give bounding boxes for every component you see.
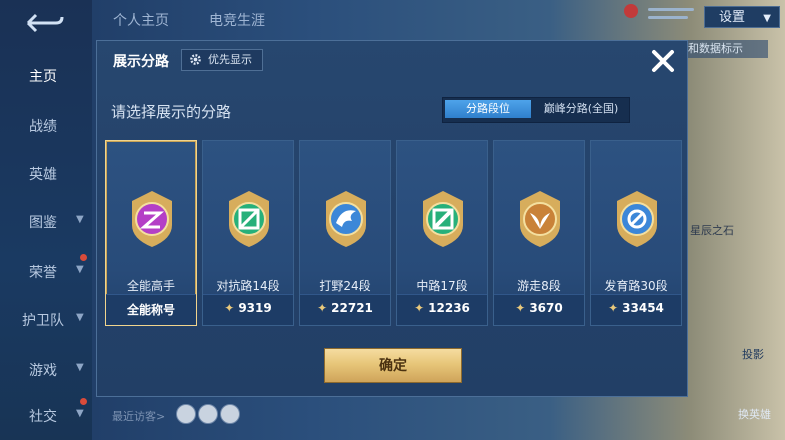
clash-lane-emblem-icon (229, 191, 269, 247)
sidebar-item-label: 英雄 (29, 167, 57, 183)
lane-score: ✦ 12236 (397, 301, 487, 315)
farm-lane-emblem-icon (617, 191, 657, 247)
sidebar-item-label: 战绩 (29, 119, 57, 135)
chevron-down-icon: ▼ (76, 214, 84, 225)
lane-card-farm[interactable]: 发育路30段 ✦ 33454 (590, 140, 682, 326)
lane-score: ✦ 22721 (300, 301, 390, 315)
lane-score: ✦ 33454 (591, 301, 681, 315)
lane-card-all-round[interactable]: 全能高手 全能称号 (105, 140, 197, 326)
tab-lane-rank[interactable]: 分路段位 (445, 100, 531, 118)
avatar[interactable] (198, 404, 218, 424)
lane-footer: ✦ 33454 (591, 294, 681, 325)
rank-points-icon: ✦ (224, 301, 235, 315)
rank-points-icon: ✦ (414, 301, 425, 315)
background-text: 星辰之石 (690, 224, 734, 237)
chevron-down-icon: ▼ (763, 13, 771, 24)
lane-card-mid[interactable]: 中路17段 ✦ 12236 (396, 140, 488, 326)
sidebar-item-label: 游戏 (29, 363, 57, 379)
avatar (624, 4, 638, 18)
dialog-subtitle: 请选择展示的分路 (111, 103, 232, 121)
settings-button[interactable]: 设置 ▼ (704, 6, 780, 28)
chevron-down-icon: ▼ (76, 408, 84, 419)
profile-summary[interactable] (618, 2, 700, 28)
tab-peak-lane[interactable]: 巅峰分路(全国) (535, 100, 627, 118)
notification-dot (80, 254, 87, 261)
lane-name: 对抗路14段 (216, 279, 280, 293)
avatar[interactable] (220, 404, 240, 424)
change-hero-button[interactable]: 换英雄 (738, 406, 771, 422)
lane-name: 打野24段 (319, 279, 371, 293)
lane-name: 中路17段 (416, 279, 468, 293)
sidebar-item-record[interactable]: 战绩 (0, 116, 92, 136)
tab-profile[interactable]: 个人主页 (113, 10, 169, 30)
lane-score: 全能称号 (126, 303, 175, 317)
background-text: 投影 (742, 348, 764, 361)
lane-footer: ✦ 22721 (300, 294, 390, 325)
recent-visitors-label[interactable]: 最近访客> (112, 408, 165, 424)
jungle-emblem-icon (326, 191, 366, 247)
confirm-button[interactable]: 确定 (324, 348, 462, 383)
lane-score-value: 12236 (428, 301, 470, 315)
back-arrow-icon[interactable] (22, 10, 66, 36)
notification-dot (80, 398, 87, 405)
close-icon[interactable] (649, 47, 677, 75)
sidebar-item-label: 护卫队 (22, 313, 64, 329)
gear-icon (190, 54, 201, 65)
sidebar-item-heroes[interactable]: 英雄 (0, 164, 92, 184)
lane-mode-toggle: 分路段位 巅峰分路(全国) (442, 97, 630, 123)
lane-card-roam[interactable]: 游走8段 ✦ 3670 (493, 140, 585, 326)
lane-footer: ✦ 9319 (203, 294, 293, 325)
priority-display-button[interactable]: 优先显示 (181, 49, 263, 71)
lane-card-jungle[interactable]: 打野24段 ✦ 22721 (299, 140, 391, 326)
avatar[interactable] (176, 404, 196, 424)
lane-score: ✦ 3670 (494, 301, 584, 315)
tab-esports[interactable]: 电竞生涯 (209, 10, 265, 30)
lane-name: 游走8段 (517, 279, 561, 293)
sidebar-item-social[interactable]: 社交 ▼ (0, 398, 92, 426)
chevron-down-icon: ▼ (76, 312, 84, 323)
lane-score-value: 22721 (331, 301, 373, 315)
background-text: 和数据标示 (688, 40, 768, 58)
settings-label: 设置 (719, 10, 746, 25)
sidebar-item-label: 图鉴 (29, 215, 57, 231)
sidebar: 主页 战绩 英雄 图鉴 ▼ 荣誉 ▼ 护卫队 ▼ 游戏 ▼ 社交 ▼ (0, 0, 92, 440)
sidebar-item-games[interactable]: 游戏 ▼ (0, 360, 92, 380)
priority-display-label: 优先显示 (208, 53, 252, 66)
roam-emblem-icon (520, 191, 560, 247)
sidebar-item-honor[interactable]: 荣誉 ▼ (0, 254, 92, 282)
lane-footer: 全能称号 (106, 294, 196, 325)
sidebar-item-label: 社交 (29, 409, 57, 425)
lane-cards: 全能高手 全能称号 对抗路14段 ✦ 9319 打野24段 ✦ 22721 中路17… (105, 140, 682, 326)
sidebar-item-label: 主页 (29, 69, 57, 85)
dialog-title: 展示分路 (113, 54, 169, 70)
lane-card-clash[interactable]: 对抗路14段 ✦ 9319 (202, 140, 294, 326)
sidebar-item-home[interactable]: 主页 (0, 66, 92, 86)
lane-score-value: 9319 (238, 301, 272, 315)
rank-points-icon: ✦ (515, 301, 526, 315)
mid-lane-emblem-icon (423, 191, 463, 247)
omni-emblem-icon (132, 191, 172, 247)
profile-line (648, 16, 688, 19)
sidebar-item-codex[interactable]: 图鉴 ▼ (0, 212, 92, 232)
lane-name: 发育路30段 (604, 279, 668, 293)
sidebar-item-guard[interactable]: 护卫队 ▼ (0, 310, 92, 330)
sidebar-item-label: 荣誉 (29, 265, 57, 281)
lane-score-value: 33454 (622, 301, 664, 315)
chevron-down-icon: ▼ (76, 362, 84, 373)
lane-display-dialog: 展示分路 优先显示 请选择展示的分路 分路段位 巅峰分路(全国) 全能高手 全能… (96, 40, 688, 397)
lane-footer: ✦ 12236 (397, 294, 487, 325)
lane-score: ✦ 9319 (203, 301, 293, 315)
chevron-down-icon: ▼ (76, 264, 84, 275)
profile-line (648, 8, 694, 11)
lane-score-value: 3670 (529, 301, 563, 315)
rank-points-icon: ✦ (317, 301, 328, 315)
rank-points-icon: ✦ (608, 301, 619, 315)
lane-footer: ✦ 3670 (494, 294, 584, 325)
lane-name: 全能高手 (126, 279, 175, 293)
